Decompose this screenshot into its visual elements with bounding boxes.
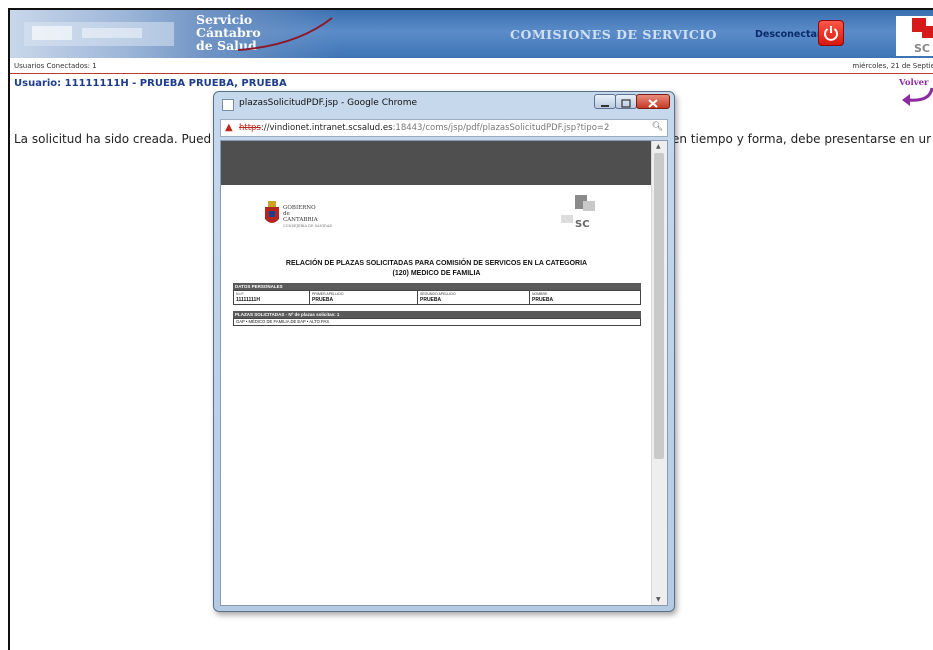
current-date: miércoles, 21 de Septie [852, 62, 933, 70]
address-bar[interactable]: ▲ https://vindionet.intranet.scsalud.es:… [220, 119, 668, 137]
app-header: Servicio Cántabro de Salud COMISIONES DE… [10, 10, 933, 58]
swoosh-icon [237, 17, 333, 51]
scs-logo: Servicio Cántabro de Salud [10, 10, 340, 58]
pdf-page: GOBIERNO de CANTABRIA CONSEJERÍA DE SANI… [221, 185, 652, 605]
app-title: COMISIONES DE SERVICIO [510, 27, 718, 42]
url-path: :18443/coms/jsp/pdf/plazasSolicitudPDF.j… [392, 123, 610, 133]
gobierno-cantabria-logo: GOBIERNO de CANTABRIA CONSEJERÍA DE SANI… [263, 197, 343, 237]
power-icon[interactable] [818, 20, 844, 46]
message-text-left: La solicitud ha sido creada. Pued [14, 132, 212, 146]
scroll-up-icon[interactable]: ▲ [656, 143, 661, 150]
logout-link[interactable]: Desconectar [755, 29, 822, 40]
divider [10, 73, 933, 74]
message-text-right: en tiempo y forma, debe presentarse en u… [672, 132, 932, 146]
cell-value: PRUEBA [532, 297, 554, 303]
scroll-down-icon[interactable]: ▼ [656, 596, 661, 603]
pdf-toolbar [221, 141, 652, 185]
table-cell-name: NOMBRE PRUEBA [530, 291, 640, 304]
popup-title: plazasSolicitudPDF.jsp - Google Chrome [239, 98, 417, 108]
chrome-popup-window[interactable]: plazasSolicitudPDF.jsp - Google Chrome ▲… [213, 91, 675, 612]
url-text: https://vindionet.intranet.scsalud.es:18… [239, 123, 609, 133]
document-title-line-2: (120) MEDICO DE FAMILIA [392, 270, 481, 277]
coat-of-arms-icon [265, 201, 279, 223]
sc-doc-logo-icon: SC [561, 195, 595, 229]
status-bar: Usuarios Conectados: 1 miércoles, 21 de … [10, 60, 933, 72]
document-title-line-1: RELACIÓN DE PLAZAS SOLICITADAS PARA COMI… [285, 260, 588, 267]
logo-graphic-icon [24, 22, 174, 46]
cell-value: 11111111H [236, 297, 260, 303]
table-row: GAP • MÉDICO DE FAMILIA DE EAP • ALTO PA… [233, 318, 641, 326]
user-info: Usuario: 11111111H - PRUEBA PRUEBA, PRUE… [14, 78, 287, 89]
table-cell-nif: N.I.F. 11111111H [234, 291, 310, 304]
gov-line-4: CONSEJERÍA DE SANIDAD [283, 224, 333, 228]
cell-value: PRUEBA [312, 297, 334, 303]
cell-value: PRUEBA [420, 297, 442, 303]
close-button[interactable] [636, 94, 670, 109]
sc-logo-icon: SC [896, 16, 933, 56]
cell-header: PRIMER APELLIDO [312, 292, 344, 296]
url-host: ://vindionet.intranet.scsalud.es [260, 123, 393, 133]
table-cell-surname2: SEGUNDO APELLIDO PRUEBA [418, 291, 530, 304]
pdf-viewer: GOBIERNO de CANTABRIA CONSEJERÍA DE SANI… [220, 140, 668, 606]
page-icon [222, 99, 234, 111]
svg-text:SC: SC [914, 42, 930, 55]
requested-positions-header: PLAZAS SOLICITADAS - Nº de plazas solici… [233, 311, 641, 318]
back-button[interactable]: Volver [896, 78, 933, 106]
cell-header: SEGUNDO APELLIDO [420, 292, 456, 296]
warning-icon: ▲ [225, 122, 233, 133]
zoom-icon[interactable]: 🔍︎ [652, 122, 663, 132]
url-scheme: https [239, 123, 261, 133]
users-online: Usuarios Conectados: 1 [14, 62, 97, 70]
scrollbar[interactable]: ▲ ▼ [651, 141, 667, 605]
gov-text: GOBIERNO de CANTABRIA CONSEJERÍA DE SANI… [283, 205, 332, 229]
personal-data-table: N.I.F. 11111111H PRIMER APELLIDO PRUEBA … [233, 290, 641, 305]
scroll-thumb[interactable] [654, 153, 664, 459]
personal-data-header: DATOS PERSONALES [233, 283, 641, 290]
cell-header: N.I.F. [236, 292, 245, 296]
table-cell-surname1: PRIMER APELLIDO PRUEBA [310, 291, 418, 304]
cell-header: NOMBRE [532, 292, 548, 296]
document-title: RELACIÓN DE PLAZAS SOLICITADAS PARA COMI… [221, 259, 652, 279]
minimize-button[interactable] [594, 94, 616, 109]
svg-text:SC: SC [575, 219, 590, 229]
back-arrow-icon [902, 87, 933, 106]
maximize-button[interactable] [615, 94, 637, 109]
